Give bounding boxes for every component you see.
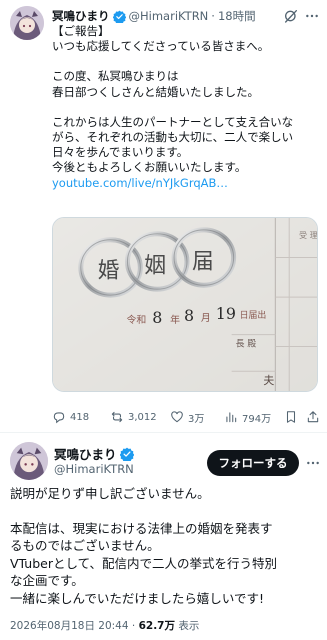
form-title-char: 婚 (98, 258, 120, 283)
divider (0, 432, 327, 433)
follow-button[interactable]: フォローする (207, 450, 299, 476)
text-line: な企画です。 (10, 573, 84, 588)
text-line: この度、私冥鳴ひまりは (52, 69, 179, 84)
handwritten-month: 8 (184, 306, 194, 325)
action-bar: 418 3,012 3万 794万 (52, 408, 322, 426)
recipient-label: 長 殿 (236, 339, 257, 350)
text-line: 一緒に楽しんでいただけましたら嬉しいです! (10, 590, 265, 606)
text-line: これからは人生のパートナーとして支え合いな (52, 114, 294, 129)
more-icon[interactable] (304, 8, 320, 24)
text-line: 日々を歩んでまいります。 (52, 145, 189, 160)
month-unit: 月 (201, 312, 211, 324)
handwritten-year: 8 (152, 308, 162, 327)
text-line: 春日部つくしさんと結婚いたしました。 (52, 84, 259, 99)
media-image[interactable]: 受 理 婚 姻 届 令和 8 年 8 月 19 日届出 長 殿 夫 (52, 217, 318, 392)
form-title-char: 届 (192, 249, 214, 274)
more-icon[interactable] (305, 455, 321, 471)
first-tweet[interactable]: 冥鳴ひまり @HimariKTRN · 18時間 【ご報告】 いつも応援してくだ… (0, 0, 327, 430)
tweet-meta: 2026年08月18日 20:44 · 62.7万 表示 (10, 618, 199, 633)
avatar[interactable] (10, 6, 44, 40)
views-button[interactable]: 794万 (224, 408, 271, 426)
display-name-row: 冥鳴ひまり (54, 444, 137, 463)
year-unit: 年 (170, 313, 180, 326)
text-line: 本配信は、現実における法律上の婚姻を発表す (10, 520, 273, 536)
view-count: 794万 (242, 413, 272, 425)
tweet-text: 説明が足りず申し訳ございません。 本配信は、現実における法律上の婚姻を発表す る… (10, 485, 322, 607)
post-timestamp[interactable]: 2026年08月18日 20:44 (10, 620, 129, 632)
repost-button[interactable]: 3,012 (110, 408, 157, 426)
verified-badge-icon (112, 10, 126, 23)
grok-icon[interactable] (283, 8, 299, 24)
text-line: いつも応援してくださっている皆さまへ。 (52, 39, 270, 54)
side-label: 受 理 (299, 230, 317, 240)
reply-icon (53, 412, 65, 424)
form-title-char: 姻 (144, 253, 166, 278)
handwritten-day: 19 (216, 304, 236, 323)
view-label: 表示 (178, 620, 200, 632)
text-line: がら、それぞれの活動も大切に、二人で楽しい (52, 130, 294, 145)
views-icon (226, 412, 237, 423)
display-name[interactable]: 冥鳴ひまり (54, 444, 117, 463)
husband-label: 夫 (263, 374, 274, 387)
handle[interactable]: @HimariKTRN (129, 9, 209, 23)
reply-button[interactable]: 418 (52, 408, 89, 426)
display-name[interactable]: 冥鳴ひまり (52, 8, 110, 24)
avatar[interactable] (10, 442, 48, 480)
like-button[interactable]: 3万 (170, 408, 204, 426)
text-line: るものではございません。 (10, 538, 160, 553)
verified-badge-icon (119, 447, 134, 461)
tweet-text: 【ご報告】 いつも応援してくださっている皆さまへ。 この度、私冥鳴ひまりは 春日… (52, 24, 324, 191)
share-button[interactable] (306, 408, 324, 426)
bookmark-icon (286, 411, 296, 423)
text-line: 今後ともよろしくお願いいたします。 (52, 160, 247, 175)
like-count: 3万 (188, 413, 205, 425)
era-label: 令和 (126, 313, 146, 326)
text-line: VTuberとして、配信内で二人の挙式を行う特別 (10, 555, 277, 571)
share-icon (307, 411, 319, 423)
repost-icon (111, 411, 123, 423)
reply-count: 418 (70, 411, 90, 423)
bookmark-button[interactable] (284, 408, 302, 426)
separator-dot: · (211, 9, 215, 23)
view-count: 62.7万 (138, 620, 175, 632)
repost-count: 3,012 (128, 411, 157, 423)
text-line: 説明が足りず申し訳ございません。 (10, 486, 210, 501)
handle[interactable]: @HimariKTRN (54, 462, 134, 476)
text-line: 【ご報告】 (52, 24, 110, 38)
youtube-link[interactable]: youtube.com/live/nYJkGrqAB… (52, 176, 324, 191)
day-unit: 日届出 (240, 309, 267, 321)
like-icon (171, 411, 183, 423)
timestamp[interactable]: 18時間 (218, 8, 256, 24)
separator-dot: · (131, 620, 136, 632)
tweet-header: 冥鳴ひまり @HimariKTRN · 18時間 (52, 7, 322, 25)
